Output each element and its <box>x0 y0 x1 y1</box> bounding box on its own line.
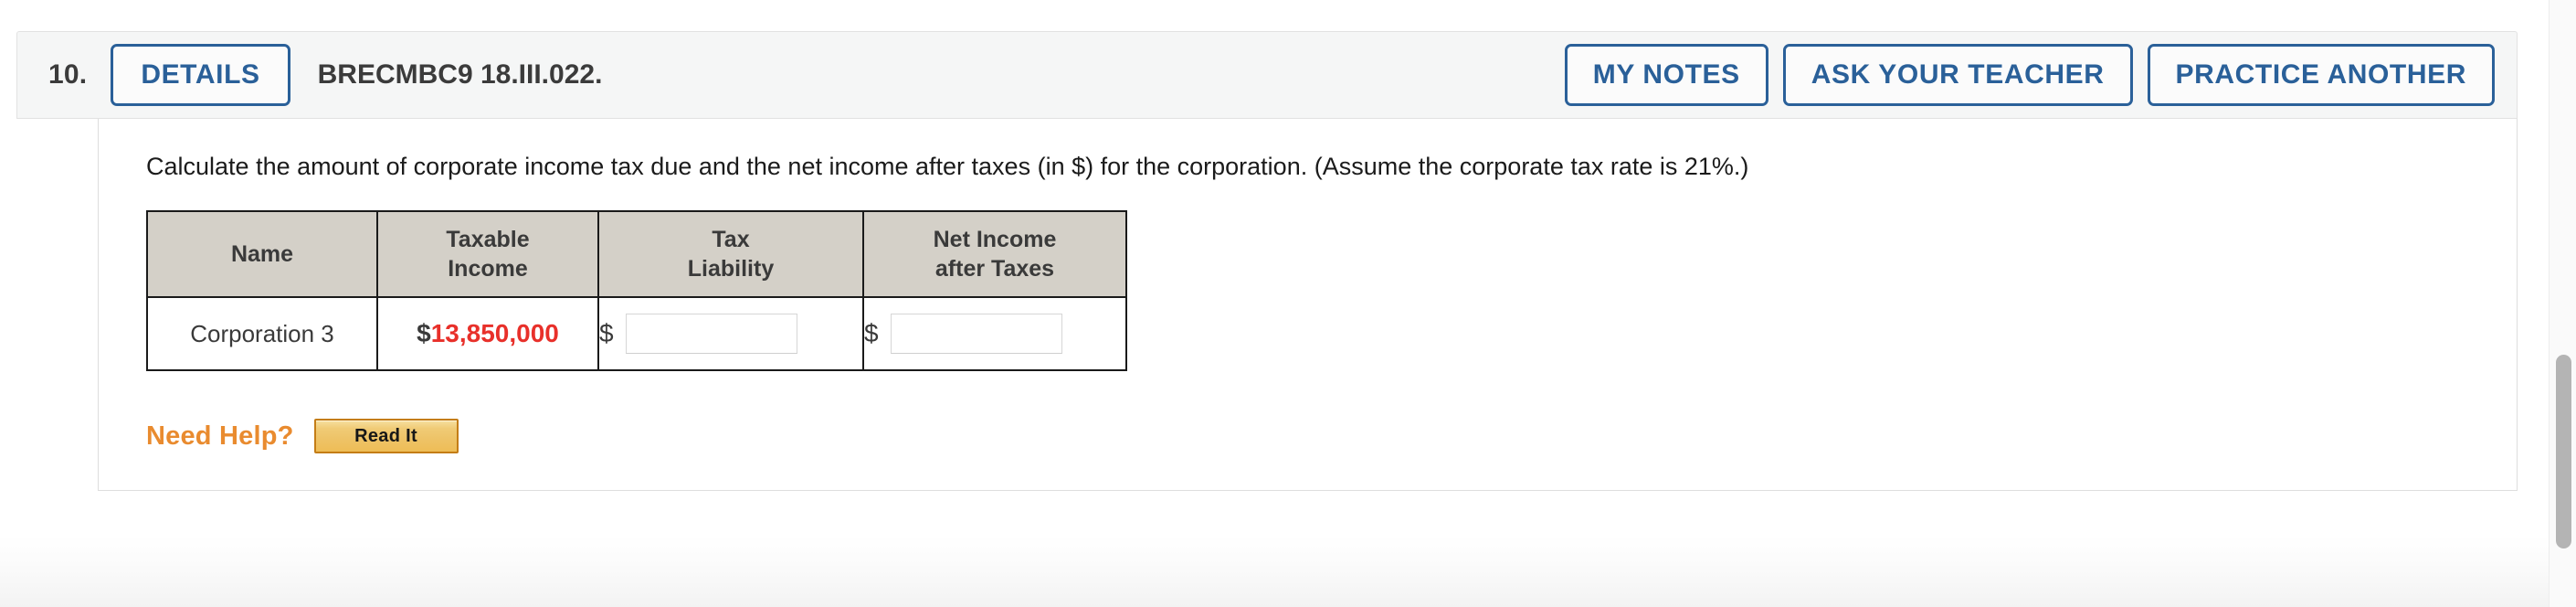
answer-table-wrapper: Name Taxable Income Tax Liability Net In… <box>99 183 2517 372</box>
table-body: Corporation 3 $13,850,000 $ $ <box>146 296 1127 372</box>
net-income-input-group: $ <box>864 314 1125 355</box>
question-header-bar: 10. DETAILS BRECMBC9 18.III.022. MY NOTE… <box>16 31 2518 119</box>
net-income-currency-symbol: $ <box>864 319 879 348</box>
taxable-income-currency-symbol: $ <box>417 319 431 348</box>
need-help-row: Need Help? Read It <box>99 371 2517 454</box>
question-prompt-text: Calculate the amount of corporate income… <box>146 153 1749 180</box>
table-header-row: Name Taxable Income Tax Liability Net In… <box>146 210 1127 299</box>
question-block: 10. DETAILS BRECMBC9 18.III.022. MY NOTE… <box>16 31 2518 492</box>
tax-liability-input-group: $ <box>599 314 862 355</box>
column-header-net-income-line-1: Net Income <box>933 227 1057 253</box>
cell-net-income: $ <box>862 296 1127 372</box>
column-header-tax-liability: Tax Liability <box>597 210 864 299</box>
question-title: BRECMBC9 18.III.022. <box>317 59 603 90</box>
page-scroll-area: 10. DETAILS BRECMBC9 18.III.022. MY NOTE… <box>0 0 2549 607</box>
tax-liability-currency-symbol: $ <box>599 319 614 348</box>
details-button[interactable]: DETAILS <box>111 44 290 106</box>
net-income-input[interactable] <box>890 314 1062 355</box>
taxable-income-amount: 13,850,000 <box>430 319 559 348</box>
table-row: Corporation 3 $13,850,000 $ $ <box>146 296 1127 372</box>
column-header-name-line-1: Name <box>230 241 294 268</box>
question-number: 10. <box>48 59 88 90</box>
page-background-fade <box>0 536 2549 607</box>
question-actions: MY NOTES ASK YOUR TEACHER PRACTICE ANOTH… <box>1564 44 2495 106</box>
practice-another-button[interactable]: PRACTICE ANOTHER <box>2147 44 2495 106</box>
column-header-name: Name <box>146 210 378 299</box>
column-header-taxable-income: Taxable Income <box>376 210 599 299</box>
column-header-tax-liability-line-2: Liability <box>687 256 775 282</box>
column-header-taxable-income-line-2: Income <box>448 256 528 282</box>
read-it-button[interactable]: Read It <box>313 419 459 454</box>
cell-corporation-name: Corporation 3 <box>146 296 378 372</box>
question-body: Calculate the amount of corporate income… <box>98 119 2518 492</box>
ask-your-teacher-button[interactable]: ASK YOUR TEACHER <box>1782 44 2133 106</box>
cell-tax-liability: $ <box>597 296 864 372</box>
need-help-label: Need Help? <box>146 421 294 451</box>
tax-liability-input[interactable] <box>625 314 797 355</box>
answer-table: Name Taxable Income Tax Liability Net In… <box>146 210 1127 372</box>
column-header-taxable-income-line-1: Taxable <box>446 227 530 253</box>
column-header-net-income-line-2: after Taxes <box>934 256 1055 282</box>
column-header-tax-liability-line-1: Tax <box>712 227 750 253</box>
cell-taxable-income: $13,850,000 <box>376 296 599 372</box>
table-head: Name Taxable Income Tax Liability Net In… <box>146 210 1127 299</box>
column-header-net-income: Net Income after Taxes <box>862 210 1127 299</box>
vertical-scrollbar[interactable] <box>2549 0 2576 607</box>
vertical-scrollbar-thumb[interactable] <box>2556 355 2571 548</box>
my-notes-button[interactable]: MY NOTES <box>1564 44 1768 106</box>
